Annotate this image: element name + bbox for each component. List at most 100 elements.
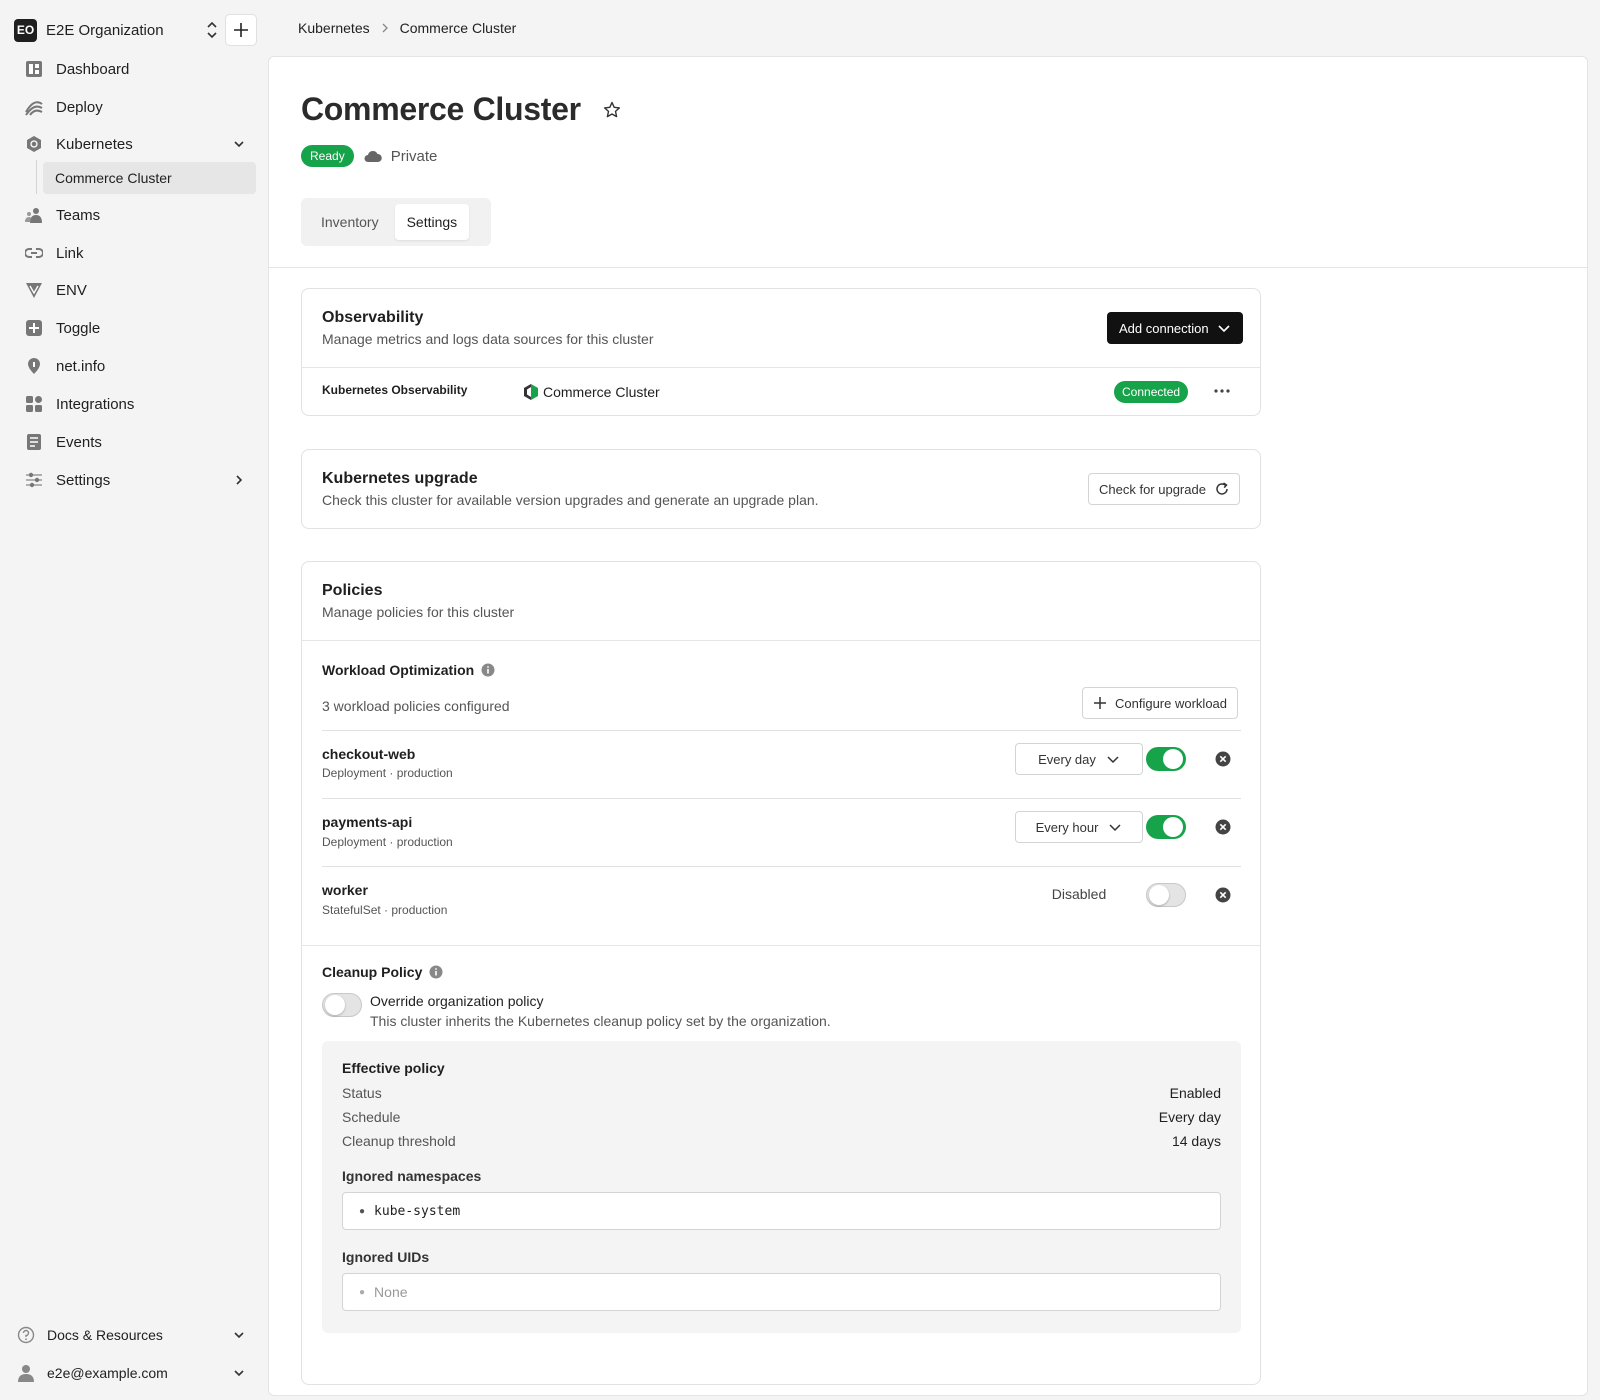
add-connection-button[interactable]: Add connection <box>1107 312 1243 344</box>
sidebar-item-toggle[interactable]: Toggle <box>22 312 252 344</box>
cloud-icon <box>364 150 382 162</box>
sidebar-subitem-commerce-cluster[interactable]: Commerce Cluster <box>43 162 256 194</box>
threshold-value: 14 days <box>1171 1133 1221 1149</box>
sidebar-item-teams[interactable]: Teams <box>22 199 252 231</box>
cube-logo-icon <box>524 384 538 400</box>
policies-subtitle: Manage policies for this cluster <box>322 604 515 620</box>
plus-icon <box>234 23 248 37</box>
more-icon[interactable] <box>1213 384 1231 398</box>
sidebar-item-integrations[interactable]: Integrations <box>22 388 252 420</box>
cleanup-title: Cleanup Policy <box>322 964 423 980</box>
chevron-up-down-icon[interactable] <box>204 20 220 40</box>
tab-bar: Inventory Settings <box>301 198 491 246</box>
uids-item: None <box>374 1284 408 1300</box>
chevron-down-icon <box>234 1370 244 1377</box>
bullet: ● <box>359 1205 366 1217</box>
override-toggle[interactable] <box>322 993 362 1017</box>
card-divider <box>302 367 1260 368</box>
check-upgrade-button[interactable]: Check for upgrade <box>1088 473 1240 505</box>
effective-policy-title: Effective policy <box>342 1060 445 1076</box>
info-icon[interactable] <box>481 663 495 677</box>
chevron-down-icon <box>1107 756 1119 764</box>
location-pin-icon <box>24 356 44 376</box>
configure-workload-button[interactable]: Configure workload <box>1082 687 1239 719</box>
add-org-button[interactable] <box>225 14 257 46</box>
sidebar-item-events[interactable]: Events <box>22 426 252 458</box>
tab-inventory[interactable]: Inventory <box>305 204 395 240</box>
sidebar-item-env[interactable]: ENV <box>22 274 252 306</box>
workload-name: checkout-web <box>322 746 416 762</box>
org-avatar: EO <box>14 18 37 42</box>
star-icon[interactable] <box>603 101 621 119</box>
sidebar-item-label: Dashboard <box>56 60 130 78</box>
workload-toggle[interactable] <box>1146 815 1186 839</box>
chevron-right-icon <box>382 23 388 33</box>
chevron-down-icon <box>1218 325 1230 333</box>
observability-subtitle: Manage metrics and logs data sources for… <box>322 331 654 347</box>
info-icon[interactable] <box>429 965 443 979</box>
sub-nav-line <box>36 160 37 194</box>
observability-card: Observability Manage metrics and logs da… <box>301 288 1261 416</box>
sidebar-item-label: ENV <box>56 281 87 299</box>
status-value: Enabled <box>1169 1085 1221 1101</box>
tab-settings[interactable]: Settings <box>394 204 470 240</box>
row-divider <box>322 730 1241 731</box>
upgrade-subtitle: Check this cluster for available version… <box>322 492 819 508</box>
org-switcher[interactable]: EO E2E Organization <box>14 14 257 46</box>
schedule-value: Every hour <box>1035 819 1099 835</box>
sidebar-item-label: Settings <box>56 471 111 489</box>
ignored-uids-label: Ignored UIDs <box>342 1249 430 1265</box>
user-menu[interactable]: e2e@example.com <box>16 1358 252 1388</box>
deploy-icon <box>24 97 44 117</box>
workload-header: Workload Optimization <box>322 662 495 678</box>
schedule-select[interactable]: Every hour <box>1015 811 1143 843</box>
sidebar: EO E2E Organization Dashboard Deploy Kub… <box>0 0 268 1400</box>
ignored-namespaces-list: ● kube-system <box>342 1192 1221 1230</box>
policies-card: Policies Manage policies for this cluste… <box>301 561 1261 1385</box>
schedule-disabled: Disabled <box>1051 886 1107 902</box>
workload-toggle[interactable] <box>1146 747 1186 771</box>
schedule-value: Every day <box>1158 1109 1221 1125</box>
docs-resources-menu[interactable]: Docs & Resources <box>16 1320 252 1350</box>
sidebar-item-label: Teams <box>56 206 101 224</box>
namespace-item: kube-system <box>374 1203 461 1219</box>
chevron-down-icon[interactable] <box>232 137 246 151</box>
connection-name: Kubernetes Observability <box>322 383 468 397</box>
schedule-select[interactable]: Every day <box>1015 743 1143 775</box>
effective-policy-panel: Effective policy Status Enabled Schedule… <box>322 1041 1241 1333</box>
plus-icon <box>1094 697 1106 709</box>
remove-icon[interactable] <box>1215 819 1231 835</box>
workload-toggle[interactable] <box>1146 883 1186 907</box>
policies-title: Policies <box>322 582 383 599</box>
override-label: Override organization policy <box>370 993 544 1009</box>
toggle-knob <box>1163 817 1183 837</box>
sidebar-item-label: Link <box>56 244 84 262</box>
sidebar-item-settings[interactable]: Settings <box>22 464 252 496</box>
workload-meta: StatefulSet · production <box>322 903 448 917</box>
sidebar-item-label: Events <box>56 433 102 451</box>
divider <box>269 267 1587 268</box>
chevron-right-icon[interactable] <box>232 473 246 487</box>
configure-workload-label: Configure workload <box>1115 695 1228 711</box>
link-icon <box>24 243 44 263</box>
remove-icon[interactable] <box>1215 751 1231 767</box>
sidebar-item-kubernetes[interactable]: Kubernetes <box>22 128 252 160</box>
row-divider <box>322 866 1241 867</box>
breadcrumb-kubernetes[interactable]: Kubernetes <box>298 20 370 36</box>
sidebar-item-dashboard[interactable]: Dashboard <box>22 53 252 85</box>
sidebar-item-label: Kubernetes <box>56 135 133 153</box>
workload-name: payments-api <box>322 814 413 830</box>
sidebar-item-deploy[interactable]: Deploy <box>22 91 252 123</box>
sidebar-item-link[interactable]: Link <box>22 237 252 269</box>
remove-icon[interactable] <box>1215 887 1231 903</box>
breadcrumb-current: Commerce Cluster <box>399 20 517 36</box>
page-title: Commerce Cluster <box>301 91 581 127</box>
connection-cluster[interactable]: Commerce Cluster <box>522 383 660 401</box>
workload-summary: 3 workload policies configured <box>322 698 510 714</box>
visibility-label: Private <box>390 147 438 165</box>
settings-icon <box>24 470 44 490</box>
cleanup-header: Cleanup Policy <box>322 964 443 980</box>
sidebar-item-netinfo[interactable]: net.info <box>22 350 252 382</box>
observability-title: Observability <box>322 309 424 326</box>
dashboard-icon <box>24 59 44 79</box>
